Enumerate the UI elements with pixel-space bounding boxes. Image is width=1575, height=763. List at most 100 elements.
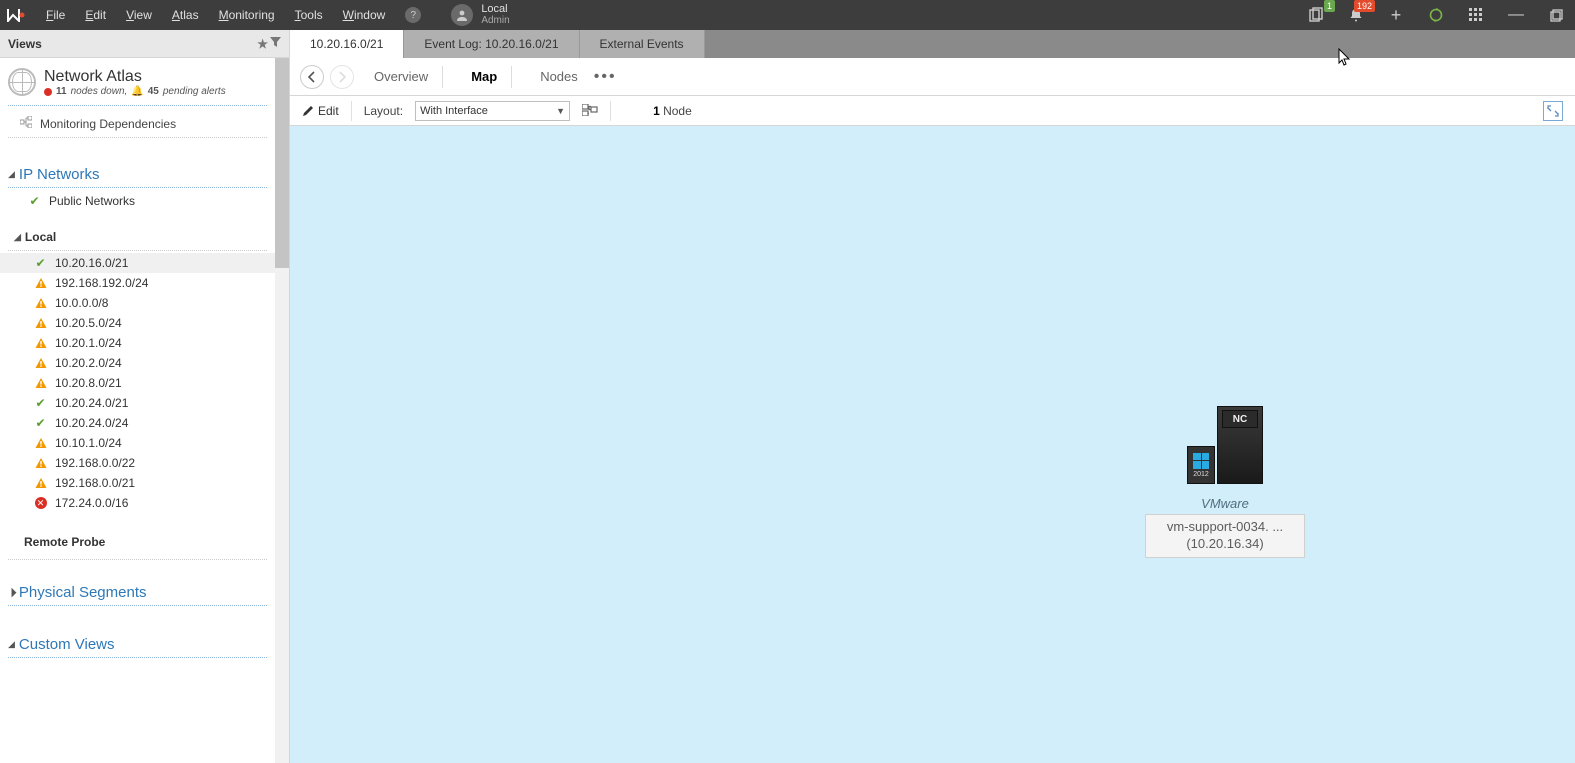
network-item-label: 10.20.5.0/24 — [55, 316, 122, 330]
server-icon: NC — [1217, 406, 1263, 484]
nav-back-button[interactable] — [300, 65, 324, 89]
views-panel: Views ★ Network Atlas 11 — [0, 30, 290, 763]
os-year: 2012 — [1193, 471, 1209, 478]
network-item[interactable]: 10.20.5.0/24 — [0, 313, 275, 333]
map-node[interactable]: 2012 NC VMware vm-support-0034. ... (10.… — [1140, 406, 1310, 558]
down-status-icon — [44, 88, 52, 96]
layout-select-value: With Interface — [420, 105, 488, 117]
refresh-icon[interactable] — [1427, 6, 1445, 24]
section-custom-views-label: Custom Views — [19, 636, 115, 653]
subnav-nodes[interactable]: Nodes — [540, 69, 578, 84]
monitoring-dependencies-item[interactable]: Monitoring Dependencies — [0, 112, 275, 135]
node-device-icon: 2012 NC — [1187, 406, 1263, 484]
section-custom-views[interactable]: ◢ Custom Views — [0, 632, 275, 655]
menu-view[interactable]: View — [126, 8, 152, 22]
network-item[interactable]: 192.168.0.0/21 — [0, 473, 275, 493]
caret-right-icon: ◢ — [5, 586, 18, 599]
network-item-label: 192.168.0.0/21 — [55, 476, 135, 490]
network-map-canvas[interactable]: 2012 NC VMware vm-support-0034. ... (10.… — [290, 126, 1575, 763]
subnav-overview[interactable]: Overview — [374, 69, 428, 84]
dependencies-icon — [20, 116, 32, 131]
map-toolbar: Edit Layout: With Interface ▼ 1 Node — [290, 96, 1575, 126]
check-icon: ✔ — [34, 397, 47, 410]
views-header-title: Views — [8, 37, 42, 51]
tab[interactable]: 10.20.16.0/21 — [290, 30, 404, 58]
help-icon[interactable]: ? — [405, 7, 421, 23]
edit-button[interactable]: Edit — [302, 104, 339, 118]
warning-icon — [34, 297, 47, 310]
nodes-down-count: 11 — [56, 86, 67, 97]
warning-icon — [34, 277, 47, 290]
apps-grid-icon[interactable] — [1467, 6, 1485, 24]
section-physical-segments-label: Physical Segments — [19, 584, 147, 601]
error-icon: ✕ — [34, 497, 47, 510]
node-count: 1 Node — [653, 104, 692, 118]
network-item[interactable]: 192.168.0.0/22 — [0, 453, 275, 473]
alerts-bell-icon[interactable]: 192 — [1347, 6, 1365, 24]
filter-icon[interactable] — [270, 37, 281, 51]
network-item[interactable]: ✔ 10.20.24.0/24 — [0, 413, 275, 433]
check-icon: ✔ — [28, 195, 41, 208]
network-item-label: 172.24.0.0/16 — [55, 496, 128, 510]
warning-icon — [34, 357, 47, 370]
node-ip: (10.20.16.34) — [1156, 536, 1294, 553]
platform-label: VMware — [1201, 496, 1249, 511]
network-item[interactable]: ✔10.20.24.0/21 — [0, 393, 275, 413]
menu-window[interactable]: Window — [343, 8, 386, 22]
network-item-label: 10.20.24.0/24 — [55, 416, 128, 430]
network-atlas-header[interactable]: Network Atlas 11 nodes down, 🔔 45 pendin… — [0, 58, 275, 103]
network-item-label: 10.0.0.0/8 — [55, 296, 108, 310]
check-icon: ✔ — [34, 417, 47, 430]
network-item-label: 10.20.16.0/21 — [55, 256, 128, 270]
pending-alerts-count: 45 — [148, 86, 159, 97]
globe-icon — [8, 68, 36, 96]
fullscreen-icon[interactable] — [1543, 101, 1563, 121]
network-item[interactable]: 10.10.1.0/24 — [0, 433, 275, 453]
section-physical-segments[interactable]: ◢ Physical Segments — [0, 580, 275, 603]
network-item[interactable]: 192.168.192.0/24 — [0, 273, 275, 293]
menu-tools[interactable]: Tools — [295, 8, 323, 22]
network-item[interactable]: 10.0.0.0/8 — [0, 293, 275, 313]
tab[interactable]: External Events — [580, 30, 705, 58]
menu-edit[interactable]: Edit — [85, 8, 106, 22]
document-tabs: 10.20.16.0/21Event Log: 10.20.16.0/21Ext… — [290, 30, 1575, 58]
section-ip-networks[interactable]: ◢ IP Networks — [0, 162, 275, 185]
network-item[interactable]: 10.20.1.0/24 — [0, 333, 275, 353]
network-item[interactable]: 10.20.2.0/24 — [0, 353, 275, 373]
tab[interactable]: Event Log: 10.20.16.0/21 — [404, 30, 579, 58]
warning-icon — [34, 457, 47, 470]
section-ip-networks-label: IP Networks — [19, 166, 100, 183]
user-avatar-icon — [451, 4, 473, 26]
network-item-label: 10.20.2.0/24 — [55, 356, 122, 370]
layout-select[interactable]: With Interface ▼ — [415, 101, 570, 121]
layout-label: Layout: — [364, 104, 403, 118]
network-item[interactable]: ✕ 172.24.0.0/16 — [0, 493, 275, 513]
nodes-down-label: nodes down, — [71, 86, 128, 97]
subnav-map[interactable]: Map — [471, 69, 497, 84]
window-maximize-icon[interactable] — [1547, 6, 1565, 24]
public-networks-item[interactable]: ✔ Public Networks — [0, 190, 275, 212]
public-networks-label: Public Networks — [49, 194, 135, 208]
user-account-button[interactable]: Local Admin — [451, 4, 509, 27]
layout-grid-icon[interactable] — [582, 103, 598, 119]
warning-icon — [34, 437, 47, 450]
remote-probe-item[interactable]: Remote Probe — [0, 527, 275, 557]
network-item-label: 10.10.1.0/24 — [55, 436, 122, 450]
tasks-icon[interactable]: 1 — [1307, 6, 1325, 24]
menu-atlas[interactable]: Atlas — [172, 8, 199, 22]
warning-icon — [34, 337, 47, 350]
tasks-badge: 1 — [1324, 0, 1335, 12]
network-item[interactable]: ✔10.20.16.0/21 — [0, 253, 275, 273]
app-logo-icon — [6, 5, 26, 25]
menu-monitoring[interactable]: Monitoring — [219, 8, 275, 22]
add-icon[interactable]: + — [1387, 6, 1405, 24]
brand-badge: NC — [1222, 410, 1258, 428]
local-networks-header[interactable]: ◢ Local — [0, 226, 275, 248]
dependencies-label: Monitoring Dependencies — [40, 117, 176, 131]
menu-file[interactable]: File — [46, 8, 65, 22]
nav-forward-button — [330, 65, 354, 89]
subnav-more-icon[interactable]: ••• — [594, 68, 617, 86]
network-item[interactable]: 10.20.8.0/21 — [0, 373, 275, 393]
window-minimize-icon[interactable]: — — [1507, 6, 1525, 24]
favorite-star-icon[interactable]: ★ — [257, 37, 268, 51]
